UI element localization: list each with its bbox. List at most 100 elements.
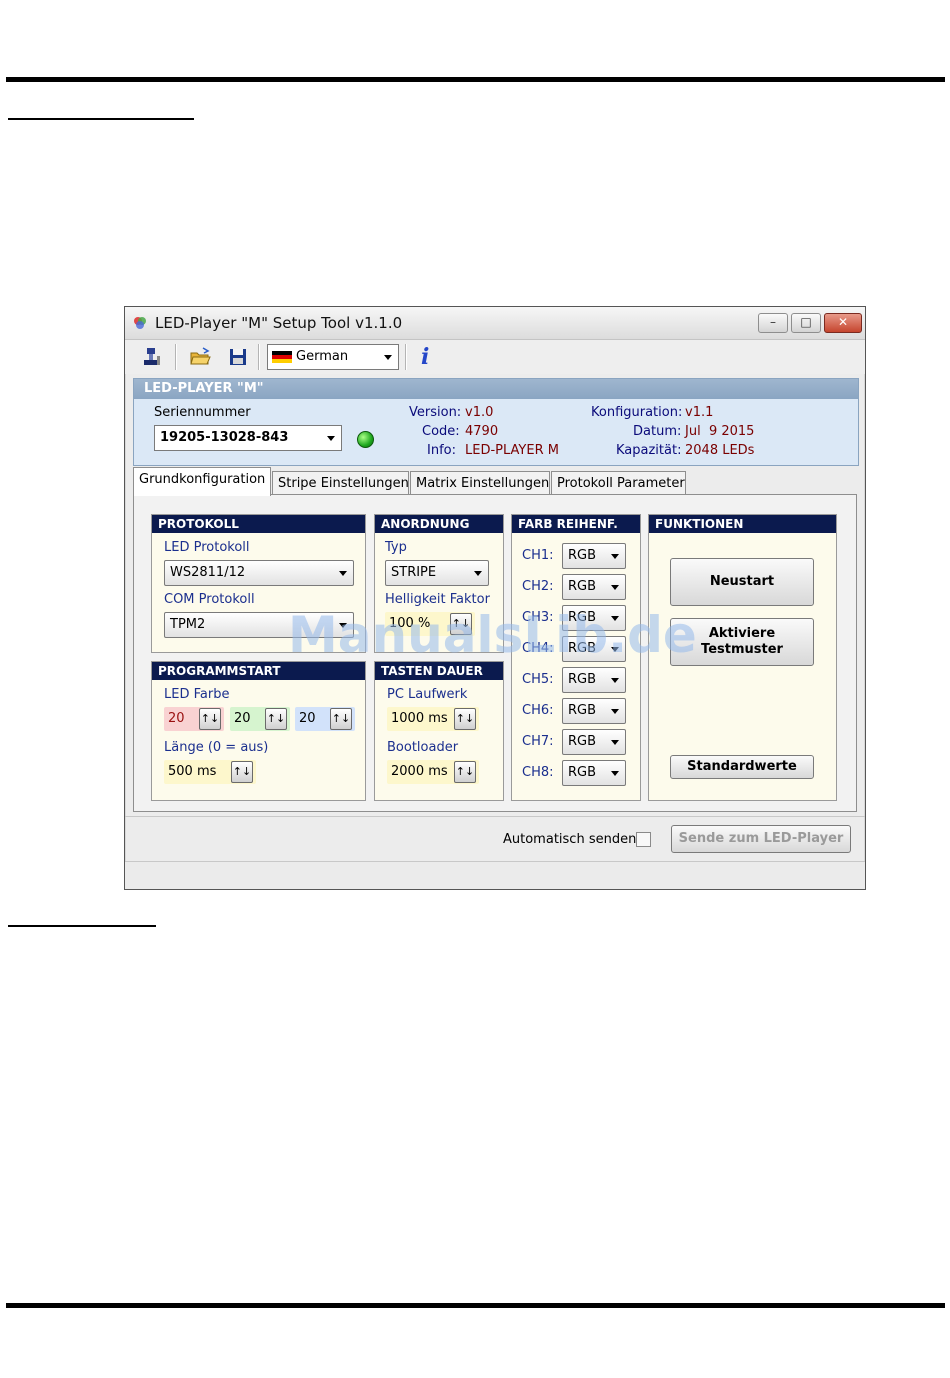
blue-spinner[interactable]: 20 ↑↓ (295, 707, 355, 731)
info-label: Info: (427, 443, 456, 458)
device-info-panel: LED-PLAYER "M" Seriennummer 19205-13028-… (133, 378, 859, 466)
led-protokoll-select[interactable]: WS2811/12 (164, 560, 354, 586)
neustart-button[interactable]: Neustart (670, 558, 814, 606)
channel-select[interactable]: RGB (562, 698, 626, 724)
up-down-icon[interactable]: ↑↓ (450, 613, 472, 635)
toolbar: German i (125, 340, 865, 374)
toolbar-separator (258, 344, 260, 370)
auto-send-checkbox[interactable] (636, 832, 651, 847)
minimize-button[interactable]: – (758, 313, 788, 333)
pc-laufwerk-spinner[interactable]: 1000 ms ↑↓ (387, 707, 479, 731)
green-spinner[interactable]: 20 ↑↓ (230, 707, 290, 731)
channel-select[interactable]: RGB (562, 543, 626, 569)
com-protokoll-label: COM Protokoll (164, 592, 255, 607)
up-down-icon[interactable]: ↑↓ (199, 708, 221, 730)
toolbar-separator (175, 344, 177, 370)
typ-label: Typ (385, 540, 407, 555)
group-header: PROGRAMMSTART (152, 662, 365, 680)
channel-label: CH8: (522, 765, 554, 780)
window-title: LED-Player "M" Setup Tool v1.1.0 (155, 314, 403, 332)
send-button[interactable]: Sende zum LED-Player (671, 825, 851, 853)
open-folder-icon[interactable] (189, 346, 211, 368)
up-down-icon[interactable]: ↑↓ (330, 708, 352, 730)
tab-grundkonfiguration[interactable]: Grundkonfiguration (133, 467, 271, 496)
standardwerte-button[interactable]: Standardwerte (670, 755, 814, 779)
language-value: German (296, 349, 349, 364)
footer-bar: Automatisch senden Sende zum LED-Player (125, 816, 865, 861)
channel-select[interactable]: RGB (562, 605, 626, 631)
chevron-down-icon (611, 647, 619, 652)
info-icon[interactable]: i (421, 344, 429, 370)
channel-label: CH7: (522, 734, 554, 749)
up-down-icon[interactable]: ↑↓ (265, 708, 287, 730)
channel-select[interactable]: RGB (562, 636, 626, 662)
save-icon[interactable] (227, 346, 249, 368)
device-panel-header: LED-PLAYER "M" (134, 379, 858, 399)
top-rule (6, 77, 945, 82)
caption-underline (8, 925, 156, 927)
capacity-value: 2048 LEDs (685, 443, 755, 458)
config-label: Konfiguration: (591, 405, 683, 420)
channel-select[interactable]: RGB (562, 729, 626, 755)
tab-protokoll-parameter[interactable]: Protokoll Parameter (551, 471, 686, 494)
chevron-down-icon (611, 616, 619, 621)
tab-stripe-einstellungen[interactable]: Stripe Einstellungen (272, 471, 409, 494)
version-value: v1.0 (465, 405, 494, 420)
programmstart-group: PROGRAMMSTART LED Farbe 20 ↑↓ 20 ↑↓ 20 ↑… (151, 661, 366, 801)
title-bar[interactable]: LED-Player "M" Setup Tool v1.1.0 – □ ✕ (125, 307, 865, 340)
code-label: Code: (422, 424, 460, 439)
version-label: Version: (409, 405, 462, 420)
close-button[interactable]: ✕ (824, 313, 862, 333)
farb-reihenfolge-group: FARB REIHENF. CH1: RGB CH2: RGB CH3: RGB… (511, 514, 641, 801)
protokoll-group: PROTOKOLL LED Protokoll WS2811/12 COM Pr… (151, 514, 366, 653)
config-value: v1.1 (685, 405, 714, 420)
tab-matrix-einstellungen[interactable]: Matrix Einstellungen (410, 471, 550, 494)
channel-select[interactable]: RGB (562, 574, 626, 600)
german-flag-icon (272, 351, 292, 363)
chevron-down-icon (611, 554, 619, 559)
chevron-down-icon (474, 571, 482, 576)
anordnung-group: ANORDNUNG Typ STRIPE Helligkeit Faktor 1… (374, 514, 504, 653)
bootloader-label: Bootloader (387, 740, 459, 755)
serial-value: 19205-13028-843 (160, 430, 289, 445)
group-header: PROTOKOLL (152, 515, 365, 533)
com-protokoll-select[interactable]: TPM2 (164, 612, 354, 638)
group-header: FUNKTIONEN (649, 515, 836, 533)
laenge-spinner[interactable]: 500 ms ↑↓ (164, 760, 256, 784)
up-down-icon[interactable]: ↑↓ (454, 761, 476, 783)
channel-label: CH3: (522, 610, 554, 625)
app-icon (134, 317, 146, 329)
led-farbe-label: LED Farbe (164, 687, 230, 702)
bottom-rule (6, 1303, 945, 1308)
chevron-down-icon (611, 585, 619, 590)
group-header: ANORDNUNG (375, 515, 503, 533)
connect-icon[interactable] (141, 346, 163, 368)
helligkeit-label: Helligkeit Faktor (385, 592, 490, 607)
chevron-down-icon (339, 623, 347, 628)
channel-select[interactable]: RGB (562, 667, 626, 693)
up-down-icon[interactable]: ↑↓ (231, 761, 253, 783)
language-select[interactable]: German (267, 344, 399, 370)
channel-select[interactable]: RGB (562, 760, 626, 786)
up-down-icon[interactable]: ↑↓ (454, 708, 476, 730)
tasten-dauer-group: TASTEN DAUER PC Laufwerk 1000 ms ↑↓ Boot… (374, 661, 504, 801)
laenge-label: Länge (0 = aus) (164, 740, 269, 755)
connection-status-led (357, 431, 374, 448)
helligkeit-spinner[interactable]: 100 % ↑↓ (385, 612, 475, 636)
group-header: TASTEN DAUER (375, 662, 503, 680)
code-value: 4790 (465, 424, 499, 439)
maximize-button[interactable]: □ (791, 313, 821, 333)
red-spinner[interactable]: 20 ↑↓ (164, 707, 224, 731)
group-header: FARB REIHENF. (512, 515, 640, 533)
testmuster-button[interactable]: Aktiviere Testmuster (670, 618, 814, 666)
serial-select[interactable]: 19205-13028-843 (154, 425, 342, 451)
pc-laufwerk-label: PC Laufwerk (387, 687, 468, 702)
tab-content: PROTOKOLL LED Protokoll WS2811/12 COM Pr… (133, 494, 857, 812)
bootloader-spinner[interactable]: 2000 ms ↑↓ (387, 760, 479, 784)
led-protokoll-label: LED Protokoll (164, 540, 250, 555)
capacity-label: Kapazität: (616, 443, 682, 458)
chevron-down-icon (611, 740, 619, 745)
info-value: LED-PLAYER M (465, 443, 559, 458)
funktionen-group: FUNKTIONEN Neustart Aktiviere Testmuster … (648, 514, 837, 801)
typ-select[interactable]: STRIPE (385, 560, 489, 586)
